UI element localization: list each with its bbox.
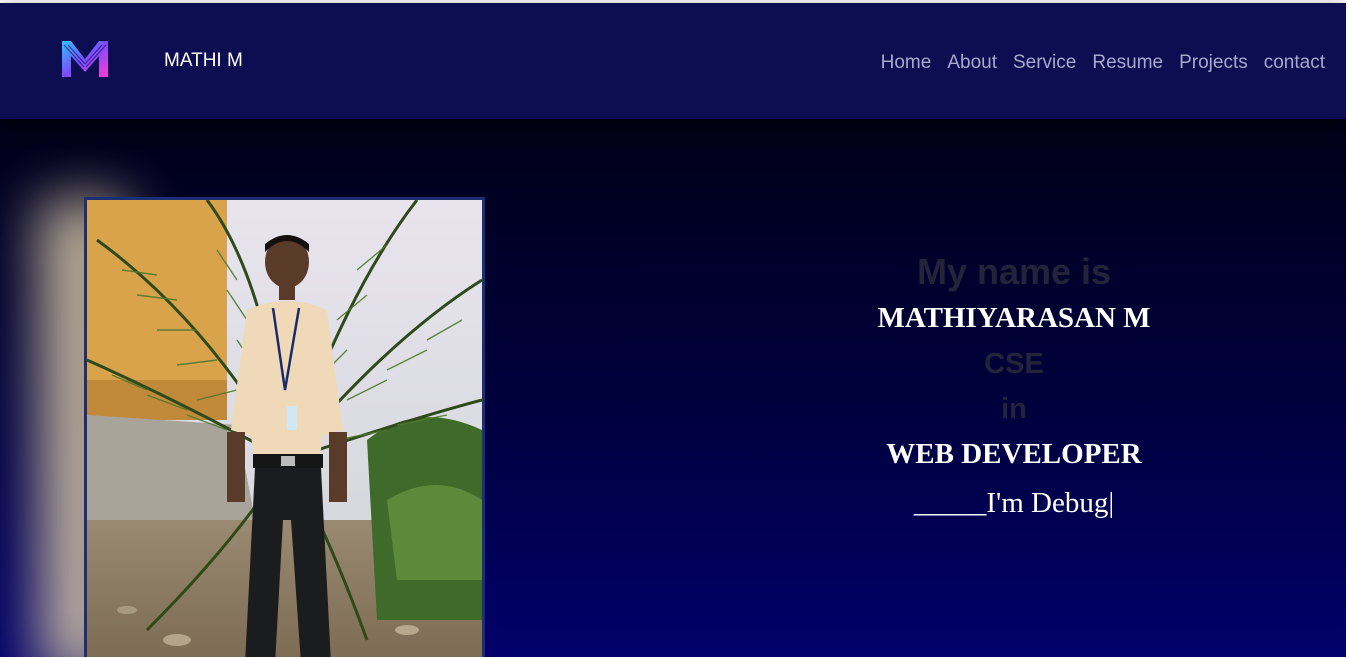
m-logo-icon[interactable] [58, 37, 112, 79]
nav-resume[interactable]: Resume [1092, 52, 1163, 74]
intro-block: My name is MATHIYARASAN M CSE in WEB DEV… [814, 249, 1214, 529]
nav-home[interactable]: Home [881, 52, 932, 74]
nav-service[interactable]: Service [1013, 52, 1076, 74]
department: CSE [984, 348, 1044, 380]
hero-section: My name is MATHIYARASAN M CSE in WEB DEV… [0, 119, 1346, 657]
intro-heading: My name is [916, 251, 1112, 292]
typed-text: _____I'm Debug| [913, 487, 1115, 519]
page: MATHI M Home About Service Resume Projec… [0, 0, 1346, 657]
profile-photo [84, 197, 485, 657]
navbar: MATHI M Home About Service Resume Projec… [0, 3, 1346, 119]
brand-name[interactable]: MATHI M [164, 50, 243, 72]
nav-projects[interactable]: Projects [1179, 52, 1248, 74]
connector-text: in [1001, 393, 1027, 425]
full-name: MATHIYARASAN M [877, 302, 1151, 334]
role-title: WEB DEVELOPER [886, 438, 1142, 470]
nav-about[interactable]: About [947, 52, 997, 74]
nav-contact[interactable]: contact [1264, 52, 1325, 74]
main-nav: Home About Service Resume Projects conta… [881, 52, 1325, 74]
